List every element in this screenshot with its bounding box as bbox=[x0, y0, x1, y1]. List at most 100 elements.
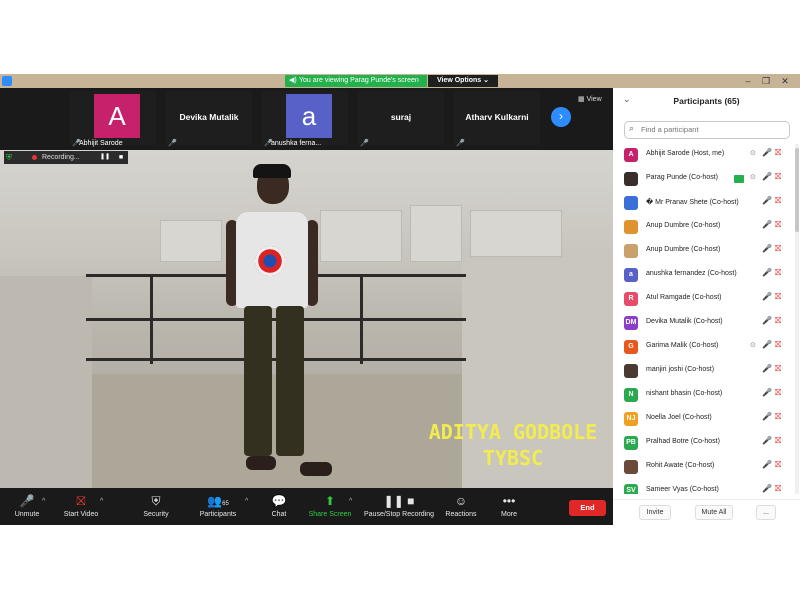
share-screen-label: Share Screen bbox=[308, 511, 352, 518]
participant-name: Devika Mutalik (Co-host) bbox=[646, 318, 723, 325]
participant-avatar: R bbox=[624, 292, 638, 306]
video-off-icon: ⛝ bbox=[76, 494, 86, 508]
participant-name: � Mr Pranav Shete (Co-host) bbox=[646, 199, 739, 206]
share-options-caret-icon[interactable]: ^ bbox=[349, 498, 352, 505]
participants-panel: ⌄ Participants (65) ⌕ A Abhijit Sarode (H… bbox=[613, 88, 800, 525]
video-tile-suraj[interactable]: suraj 🎤 bbox=[358, 91, 444, 147]
more-options-button[interactable]: ... bbox=[756, 505, 776, 520]
participant-row[interactable]: a anushka fernandez (Co-host) 🎤 ⛝ bbox=[613, 264, 793, 286]
participant-name: Garima Malik (Co-host) bbox=[646, 342, 719, 349]
view-label: View bbox=[586, 96, 602, 103]
video-caption-course: TYBSC bbox=[482, 446, 544, 470]
video-off-icon: ⛝ bbox=[775, 436, 782, 445]
participant-row[interactable]: � Mr Pranav Shete (Co-host) 🎤 ⛝ bbox=[613, 192, 793, 214]
video-tile-abhijit[interactable]: A 🎤 Abhijit Sarode bbox=[70, 91, 156, 147]
participant-list: A Abhijit Sarode (Host, me) ⊙ 🎤 ⛝ Parag Punde… bbox=[613, 144, 793, 494]
muted-mic-icon[interactable]: 🎤 bbox=[762, 340, 772, 349]
security-button[interactable]: ⛨ Security bbox=[136, 494, 176, 518]
participant-row[interactable]: Parag Punde (Co-host) ⊙ 🎤 ⛝ bbox=[613, 168, 793, 190]
muted-mic-icon[interactable]: 🎤 bbox=[762, 316, 772, 325]
background-building bbox=[160, 220, 222, 262]
view-options-label: View Options bbox=[436, 77, 482, 84]
ellipsis-icon: ••• bbox=[502, 494, 516, 508]
person-leg bbox=[276, 306, 304, 456]
end-meeting-button[interactable]: End bbox=[569, 500, 606, 516]
recording-icon: ⊙ bbox=[750, 174, 756, 181]
muted-mic-icon[interactable]: 🎤 bbox=[762, 412, 772, 421]
chat-button[interactable]: 💬 Chat bbox=[264, 494, 294, 518]
muted-mic-icon[interactable]: 🎤 bbox=[762, 196, 772, 205]
reactions-label: Reactions bbox=[445, 511, 477, 518]
invite-button[interactable]: Invite bbox=[639, 505, 671, 520]
video-off-icon: ⛝ bbox=[775, 316, 782, 325]
muted-mic-icon[interactable]: 🎤 bbox=[762, 484, 772, 493]
muted-mic-icon[interactable]: 🎤 bbox=[762, 436, 772, 445]
background-building bbox=[320, 210, 402, 262]
video-off-icon: ⛝ bbox=[775, 412, 782, 421]
participant-row[interactable]: R Atul Ramgade (Co-host) 🎤 ⛝ bbox=[613, 288, 793, 310]
person-cap bbox=[253, 164, 291, 178]
participant-avatar: NJ bbox=[624, 412, 638, 426]
video-off-icon: ⛝ bbox=[775, 292, 782, 301]
start-video-label: Start Video bbox=[63, 511, 99, 518]
participants-options-caret-icon[interactable]: ^ bbox=[245, 498, 248, 505]
share-screen-button[interactable]: ⬆ Share Screen bbox=[307, 494, 353, 518]
audio-options-caret-icon[interactable]: ^ bbox=[42, 498, 45, 505]
view-layout-button[interactable]: ▦ View bbox=[578, 95, 602, 103]
participants-button[interactable]: 👥65 Participants bbox=[196, 494, 240, 518]
participant-name: Abhijit Sarode (Host, me) bbox=[646, 150, 725, 157]
participant-row[interactable]: SV Sameer Vyas (Co-host) 🎤 ⛝ bbox=[613, 480, 793, 494]
muted-mic-icon[interactable]: 🎤 bbox=[762, 460, 772, 469]
participant-row[interactable]: DM Devika Mutalik (Co-host) 🎤 ⛝ bbox=[613, 312, 793, 334]
muted-mic-icon: 🎤 bbox=[360, 140, 369, 147]
next-page-button[interactable]: › bbox=[551, 107, 571, 127]
panel-footer: Invite Mute All ... bbox=[613, 499, 800, 525]
participant-row[interactable]: NJ Noella Joel (Co-host) 🎤 ⛝ bbox=[613, 408, 793, 430]
muted-mic-icon[interactable]: 🎤 bbox=[762, 172, 772, 181]
scrollbar-thumb[interactable] bbox=[795, 148, 799, 232]
chevron-down-icon: ⌄ bbox=[483, 77, 490, 84]
participant-thumbnail-strip: A 🎤 Abhijit Sarode Devika Mutalik 🎤 a 🎤 … bbox=[0, 88, 613, 150]
terrace-wall bbox=[0, 276, 92, 488]
muted-mic-icon[interactable]: 🎤 bbox=[762, 364, 772, 373]
unmute-button[interactable]: 🎤 Unmute bbox=[8, 494, 46, 518]
pause-recording-button[interactable]: ❚❚ bbox=[98, 151, 112, 164]
sharing-screen-icon bbox=[734, 175, 744, 183]
pause-stop-recording-button[interactable]: ❚❚ ■ Pause/Stop Recording bbox=[364, 494, 434, 518]
tile-name: Devika Mutalik bbox=[179, 112, 239, 122]
participant-search[interactable]: ⌕ bbox=[624, 121, 790, 139]
view-options-button[interactable]: View Options ⌄ bbox=[428, 75, 498, 87]
close-window-button[interactable]: ✕ bbox=[776, 74, 794, 88]
participant-row[interactable]: G Garima Malik (Co-host) ⊙ 🎤 ⛝ bbox=[613, 336, 793, 358]
muted-mic-icon[interactable]: 🎤 bbox=[762, 244, 772, 253]
stop-recording-button[interactable]: ■ bbox=[114, 151, 128, 164]
video-options-caret-icon[interactable]: ^ bbox=[100, 498, 103, 505]
more-button[interactable]: ••• More bbox=[494, 494, 524, 518]
participant-row[interactable]: PB Pralhad Botre (Co-host) 🎤 ⛝ bbox=[613, 432, 793, 454]
muted-mic-icon[interactable]: 🎤 bbox=[762, 292, 772, 301]
reactions-button[interactable]: ☺ Reactions bbox=[444, 494, 478, 518]
start-video-button[interactable]: ⛝ Start Video bbox=[58, 494, 104, 518]
participant-row[interactable]: Rohit Awate (Co-host) 🎤 ⛝ bbox=[613, 456, 793, 478]
mute-all-button[interactable]: Mute All bbox=[695, 505, 733, 520]
muted-mic-icon[interactable]: 🎤 bbox=[762, 388, 772, 397]
muted-mic-icon[interactable]: 🎤 bbox=[762, 148, 772, 157]
recording-indicator: ⛨ Recording... ❚❚ ■ bbox=[4, 151, 128, 164]
shield-check-icon: ⛨ bbox=[6, 153, 12, 162]
participant-avatar: A bbox=[624, 148, 638, 162]
muted-mic-icon[interactable]: 🎤 bbox=[762, 268, 772, 277]
participant-row[interactable]: A Abhijit Sarode (Host, me) ⊙ 🎤 ⛝ bbox=[613, 144, 793, 166]
video-tile-anushka[interactable]: a 🎤 anushka ferna... bbox=[262, 91, 348, 147]
participant-row[interactable]: Nnishant bhasin (Co-host) 🎤 ⛝ bbox=[613, 384, 793, 406]
video-tile-atharv[interactable]: Atharv Kulkarni 🎤 bbox=[454, 91, 540, 147]
muted-mic-icon[interactable]: 🎤 bbox=[762, 220, 772, 229]
participant-search-input[interactable] bbox=[641, 123, 781, 136]
video-tile-devika[interactable]: Devika Mutalik 🎤 bbox=[166, 91, 252, 147]
video-off-icon: ⛝ bbox=[775, 196, 782, 205]
participant-row[interactable]: Anup Dumbre (Co-host) 🎤 ⛝ bbox=[613, 240, 793, 262]
participant-row[interactable]: manjiri joshi (Co-host) 🎤 ⛝ bbox=[613, 360, 793, 382]
participant-name: Anup Dumbre (Co-host) bbox=[646, 246, 721, 253]
maximize-button[interactable]: ❐ bbox=[757, 74, 775, 88]
participant-row[interactable]: Anup Dumbre (Co-host) 🎤 ⛝ bbox=[613, 216, 793, 238]
minimize-button[interactable]: – bbox=[739, 74, 757, 88]
